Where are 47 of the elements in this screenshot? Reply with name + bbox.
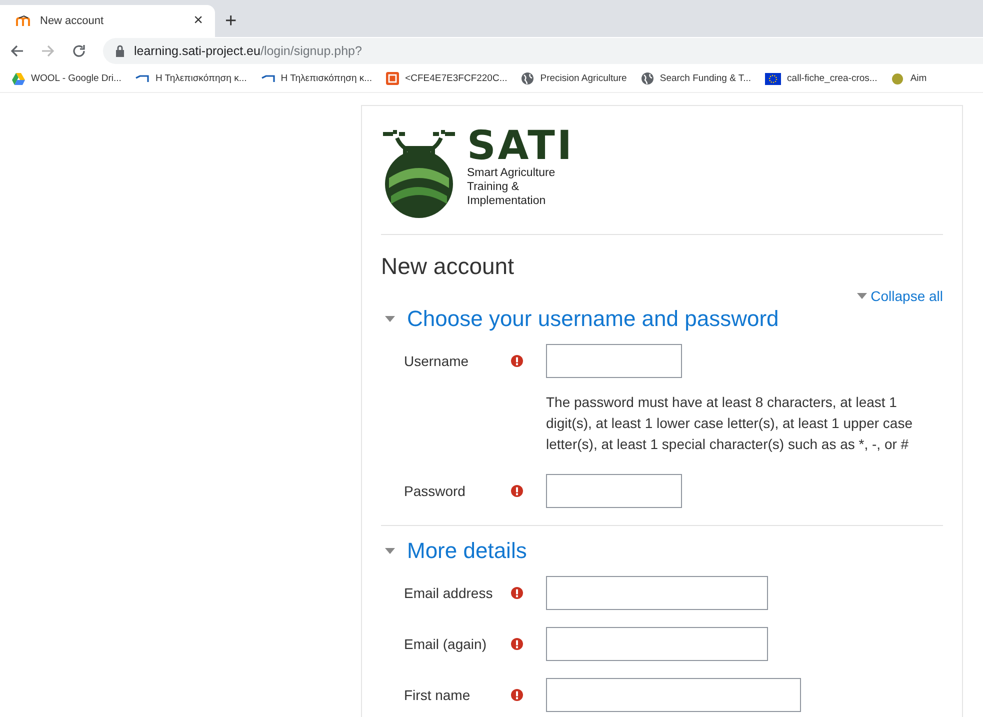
collapse-all-link[interactable]: Collapse all: [856, 288, 943, 304]
input-field[interactable]: [546, 344, 682, 378]
globe-icon: [521, 72, 534, 85]
badge-icon: [891, 72, 904, 85]
section-title[interactable]: Choose your username and password: [407, 306, 779, 332]
grid-icon: [386, 72, 400, 85]
password-requirements: The password must have at least 8 characters, at least 1 digit(s), at least 1 lower case letter(s), at least 1 upper case letter(s), at least 1 special character(s) such as as *, -, or #: [546, 393, 914, 454]
close-tab-button[interactable]: ×: [194, 12, 203, 30]
back-icon[interactable]: [10, 44, 24, 58]
page-heading: New account: [381, 253, 515, 280]
flag-icon: [765, 72, 782, 84]
caret-icon: [856, 293, 867, 299]
input-field[interactable]: [546, 474, 682, 508]
new-tab-button[interactable]: +: [225, 10, 237, 33]
bookmark[interactable]: Precision Agriculture: [540, 73, 627, 84]
lock-icon: [115, 45, 125, 57]
bookmark[interactable]: Η Τηλεπισκόπηση κ...: [155, 73, 247, 84]
forward-icon[interactable]: [41, 44, 55, 58]
logo-title: SATI: [467, 126, 574, 166]
drive-icon: [12, 72, 25, 84]
section-title[interactable]: More details: [407, 538, 527, 564]
moodle-logo-icon: [16, 15, 32, 27]
bookmark[interactable]: <CFE4E7E3FCF220C...: [405, 73, 508, 84]
bracket-icon: [135, 74, 150, 82]
input-field[interactable]: [546, 678, 801, 712]
input-field[interactable]: [546, 627, 768, 661]
bookmark[interactable]: call-fiche_crea-cros...: [787, 73, 878, 84]
globe-icon: [640, 72, 654, 85]
bookmark[interactable]: Η Τηλεπισκόπηση κ...: [280, 73, 372, 84]
bookmark[interactable]: WOOL - Google Dri...: [31, 73, 122, 84]
bracket-icon: [260, 74, 275, 82]
logo-subtitle: Training &: [467, 180, 520, 194]
field-label: Email (again): [404, 636, 488, 652]
field-label: First name: [404, 687, 472, 703]
field-label: Password: [404, 483, 466, 499]
field-label: Username: [404, 353, 470, 369]
field-label: Email address: [404, 585, 494, 601]
logo-subtitle: Implementation: [467, 194, 547, 208]
reload-icon[interactable]: [72, 44, 86, 58]
tab-title[interactable]: New account: [40, 15, 194, 27]
input-field[interactable]: [546, 576, 768, 610]
address-bar[interactable]: learning.sati-project.eu/login/signup.php?: [103, 38, 983, 64]
logo-subtitle: Smart Agriculture: [467, 166, 556, 180]
bookmark[interactable]: Search Funding & T...: [660, 73, 752, 84]
bookmark[interactable]: Aim: [910, 73, 927, 84]
caret-icon[interactable]: [385, 547, 395, 555]
caret-icon[interactable]: [385, 315, 395, 323]
